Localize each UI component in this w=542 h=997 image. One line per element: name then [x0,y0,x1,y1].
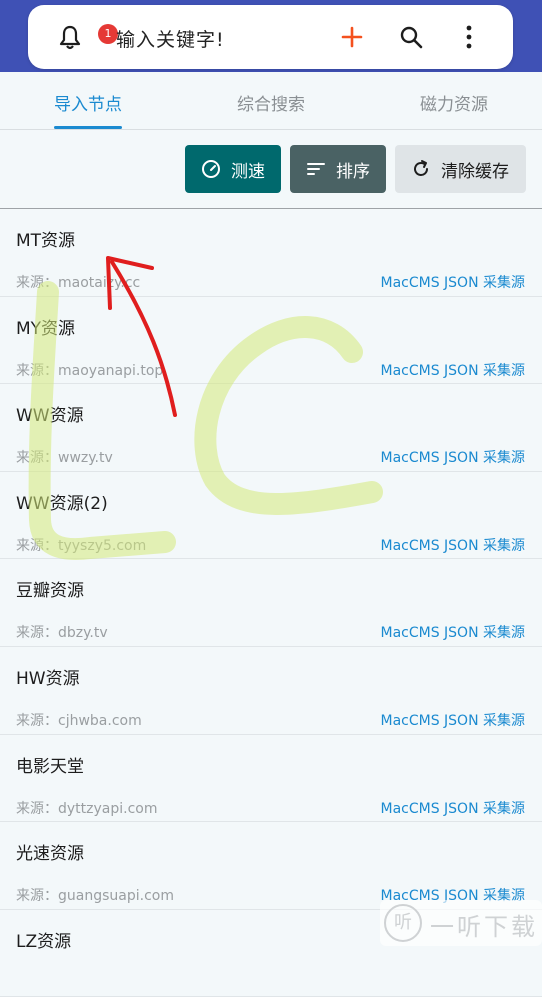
speed-test-button[interactable]: 测速 [185,145,281,193]
more-vert-icon[interactable] [465,25,473,49]
source-title: MT资源 [16,231,76,251]
tab-indicator [54,126,122,129]
sort-button[interactable]: 排序 [290,145,386,193]
list-item[interactable]: WW资源(2) 来源：tyyszy5.com MacCMS JSON 采集源 [0,472,542,560]
source-title: WW资源(2) [16,493,108,514]
clear-cache-label: 清除缓存 [441,161,509,182]
list-item[interactable]: MT资源 来源：maotaizy.cc MacCMS JSON 采集源 [0,209,542,297]
speedometer-icon [202,160,220,178]
source-domain: 来源：cjhwba.com [16,712,142,729]
watermark: 听 一听下载 [380,900,542,946]
source-type: MacCMS JSON 采集源 [380,712,525,729]
source-title: 豆瓣资源 [16,581,84,602]
clear-cache-button[interactable]: 清除缓存 [395,145,526,193]
sort-label: 排序 [336,161,370,182]
search-icon[interactable] [399,25,423,49]
source-domain: 来源：dbzy.tv [16,625,108,642]
speed-test-label: 测速 [231,161,265,182]
source-list: MT资源 来源：maotaizy.cc MacCMS JSON 采集源 MY资源… [0,209,542,997]
source-domain: 来源：maoyanapi.top [16,362,164,379]
search-input[interactable]: 输入关键字! [116,25,225,52]
source-domain: 来源：tyyszy5.com [16,537,147,554]
notification-badge: 1 [98,24,118,44]
tab-combined-search[interactable]: 综合搜索 [237,90,305,115]
list-item[interactable]: 电影天堂 来源：dyttzyapi.com MacCMS JSON 采集源 [0,735,542,823]
source-title: 电影天堂 [16,756,84,777]
source-type: MacCMS JSON 采集源 [380,800,525,817]
source-type: MacCMS JSON 采集源 [380,362,525,379]
source-title: MY资源 [16,318,76,339]
watermark-logo-icon: 听 [384,904,422,942]
add-icon[interactable] [340,25,364,49]
source-title: 光速资源 [16,844,84,865]
sort-icon [307,163,325,175]
bell-icon[interactable] [58,25,82,51]
source-type: MacCMS JSON 采集源 [380,450,525,467]
source-domain: 来源：maotaizy.cc [16,275,141,291]
list-item[interactable]: WW资源 来源：wwzy.tv MacCMS JSON 采集源 [0,384,542,472]
source-domain: 来源：guangsuapi.com [16,888,174,905]
list-item[interactable]: 豆瓣资源 来源：dbzy.tv MacCMS JSON 采集源 [0,559,542,647]
source-title: WW资源 [16,406,84,427]
list-item[interactable]: MY资源 来源：maoyanapi.top MacCMS JSON 采集源 [0,297,542,385]
source-type: MacCMS JSON 采集源 [380,625,525,642]
list-item[interactable]: 光速资源 来源：guangsuapi.com MacCMS JSON 采集源 [0,822,542,910]
list-item[interactable]: HW资源 来源：cjhwba.com MacCMS JSON 采集源 [0,647,542,735]
source-title: LZ资源 [16,931,72,952]
watermark-text: 一听下载 [430,913,538,941]
tab-bar: 导入节点 综合搜索 磁力资源 [0,72,542,130]
refresh-icon [414,160,428,176]
source-domain: 来源：dyttzyapi.com [16,800,158,817]
source-domain: 来源：wwzy.tv [16,450,113,467]
tab-magnet-resources[interactable]: 磁力资源 [420,90,488,115]
source-type: MacCMS JSON 采集源 [380,275,525,291]
source-type: MacCMS JSON 采集源 [380,537,525,554]
action-toolbar: 测速 排序 清除缓存 [0,130,542,209]
search-bar[interactable]: 1 输入关键字! [28,5,513,69]
source-title: HW资源 [16,668,80,689]
tab-import-nodes[interactable]: 导入节点 [54,90,122,115]
